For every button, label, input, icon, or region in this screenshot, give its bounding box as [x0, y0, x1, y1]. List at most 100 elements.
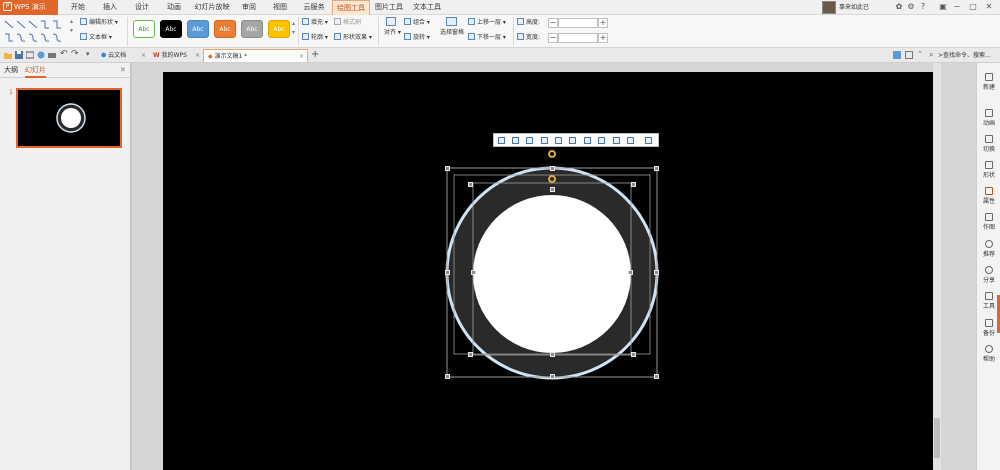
close-icon[interactable]: ✕ [984, 2, 994, 12]
resize-handle-n[interactable] [550, 166, 555, 171]
settings-icon[interactable]: ⚙ [906, 2, 916, 12]
tab-review[interactable]: 审阅 [236, 0, 262, 15]
inner-handle-w[interactable] [471, 270, 476, 275]
shape-style-5[interactable]: Abc [241, 20, 263, 38]
maximize-icon[interactable]: □ [968, 2, 978, 12]
close-icon[interactable]: × [141, 49, 146, 62]
tab-insert[interactable]: 插入 [96, 0, 124, 15]
align-bottom-icon[interactable] [569, 137, 576, 144]
sidebar-item-transition[interactable]: 切换 [977, 135, 1000, 153]
bring-forward-button[interactable]: 上移一层 ▾ [468, 18, 506, 27]
tab-outline[interactable]: 大纲 [4, 63, 18, 78]
close-icon[interactable]: × [299, 50, 304, 63]
sidebar-item-recommend[interactable]: 推荐 [977, 240, 1000, 258]
tab-animation[interactable]: 动画 [160, 0, 188, 15]
tab-presentation-1[interactable]: ◆ 演示文稿1 * × [203, 49, 308, 62]
resize-handle-e[interactable] [654, 270, 659, 275]
inner-handle-e[interactable] [628, 270, 633, 275]
sidebar-item-help[interactable]: 帮助 [977, 345, 1000, 363]
width-field[interactable] [558, 33, 598, 43]
shape-style-3[interactable]: Abc [187, 20, 209, 38]
tab-cloud-docs[interactable]: ⬢ 云文档 × [97, 49, 149, 62]
save-icon[interactable] [15, 51, 23, 59]
align-middle-icon[interactable] [555, 137, 562, 144]
inner-handle-n[interactable] [550, 187, 555, 192]
minimize-icon[interactable]: − [952, 2, 962, 12]
inner-handle-ne[interactable] [631, 182, 636, 187]
tab-view[interactable]: 视图 [266, 0, 294, 15]
avatar[interactable] [822, 1, 836, 14]
inner-handle-se[interactable] [631, 352, 636, 357]
resize-handle-sw[interactable] [445, 374, 450, 379]
sidebar-item-share[interactable]: 分享 [977, 266, 1000, 284]
inner-handle-s[interactable] [550, 352, 555, 357]
distribute-vertical-icon[interactable] [598, 137, 605, 144]
height-field[interactable] [558, 18, 598, 28]
outline-button[interactable]: 轮廓 ▾ [302, 33, 328, 42]
shape-effects-button[interactable]: 形状效果 ▾ [334, 33, 372, 42]
align-button[interactable]: 对齐 ▾ [384, 17, 401, 37]
distribute-horizontal-icon[interactable] [584, 137, 591, 144]
print-icon[interactable] [48, 51, 56, 59]
export-pdf-icon[interactable] [37, 51, 45, 59]
customize-dropdown-icon[interactable]: ▾ [86, 50, 94, 58]
shape-style-1[interactable]: Abc [133, 20, 155, 38]
tab-my-wps[interactable]: W 我的WPS × [149, 49, 203, 62]
undo-icon[interactable]: ↶ [60, 49, 68, 59]
new-tab-icon[interactable]: + [311, 49, 319, 60]
sidebar-item-animation[interactable]: 动画 [977, 109, 1000, 127]
resize-handle-w[interactable] [445, 270, 450, 275]
inner-handle-nw[interactable] [468, 182, 473, 187]
tab-picture-tools[interactable]: 图片工具 [372, 0, 406, 15]
tab-slides[interactable]: 幻灯片 [25, 63, 46, 78]
align-to-slide-icon[interactable] [627, 137, 634, 144]
tab-drawing-tools[interactable]: 绘图工具 [332, 0, 370, 15]
text-box-button[interactable]: 文本框 ▾ [80, 33, 112, 42]
height-decrement[interactable]: − [548, 18, 558, 28]
more-options-icon[interactable] [645, 137, 652, 144]
tab-design[interactable]: 设计 [128, 0, 156, 15]
search-icon[interactable]: ⌕ [929, 50, 933, 60]
slide-thumbnail-1[interactable] [16, 88, 122, 148]
vertical-scrollbar[interactable] [933, 63, 941, 470]
shape-style-4[interactable]: Abc [214, 20, 236, 38]
connector-gallery[interactable] [3, 18, 69, 44]
inner-handle-sw[interactable] [468, 352, 473, 357]
tab-slideshow[interactable]: 幻灯片放映 [192, 0, 232, 15]
app-menu-button[interactable]: P WPS 演示 [0, 0, 58, 15]
print-preview-icon[interactable] [26, 51, 34, 59]
search-command-input[interactable]: >查找命令、搜索... [938, 50, 991, 59]
resize-handle-s[interactable] [550, 374, 555, 379]
group-button[interactable]: 组合 ▾ [404, 18, 430, 27]
close-panel-icon[interactable]: ✕ [120, 63, 126, 78]
shape-style-2[interactable]: Abc [160, 20, 182, 38]
edit-shape-button[interactable]: 编辑形状 ▾ [80, 18, 118, 27]
align-top-icon[interactable] [541, 137, 548, 144]
restore-icon[interactable]: ▣ [938, 2, 948, 12]
cloud-sync-icon[interactable] [893, 51, 901, 59]
skin-icon[interactable]: ✿ [894, 2, 904, 12]
sidebar-item-new[interactable]: 新建 [977, 73, 1000, 91]
tab-cloud-service[interactable]: 云服务 [298, 0, 330, 15]
center-on-slide-icon[interactable] [613, 137, 620, 144]
shape-style-6[interactable]: Abc [268, 20, 290, 38]
sidebar-item-shapes[interactable]: 形状 [977, 161, 1000, 179]
resize-handle-se[interactable] [654, 374, 659, 379]
resize-handle-ne[interactable] [654, 166, 659, 171]
resize-handle-nw[interactable] [445, 166, 450, 171]
user-name[interactable]: 事来如此已 [839, 0, 869, 15]
window-icon[interactable] [905, 51, 913, 59]
width-decrement[interactable]: − [548, 33, 558, 43]
close-icon[interactable]: × [195, 49, 200, 62]
help-icon[interactable]: ? [918, 2, 928, 12]
open-folder-icon[interactable] [4, 51, 12, 59]
align-right-icon[interactable] [526, 137, 533, 144]
styles-more-icon[interactable]: ▴ ▾ [292, 19, 295, 37]
selection-pane-button[interactable]: 选择窗格 [440, 17, 464, 37]
redo-icon[interactable]: ↷ [71, 49, 79, 59]
gallery-more-icon[interactable]: ▴ ▾ [70, 17, 73, 35]
rotate-button[interactable]: 旋转 ▾ [404, 33, 430, 42]
collapse-ribbon-icon[interactable]: ⌃ [917, 50, 923, 58]
fill-button[interactable]: 填充 ▾ [302, 18, 328, 27]
align-center-icon[interactable] [512, 137, 519, 144]
